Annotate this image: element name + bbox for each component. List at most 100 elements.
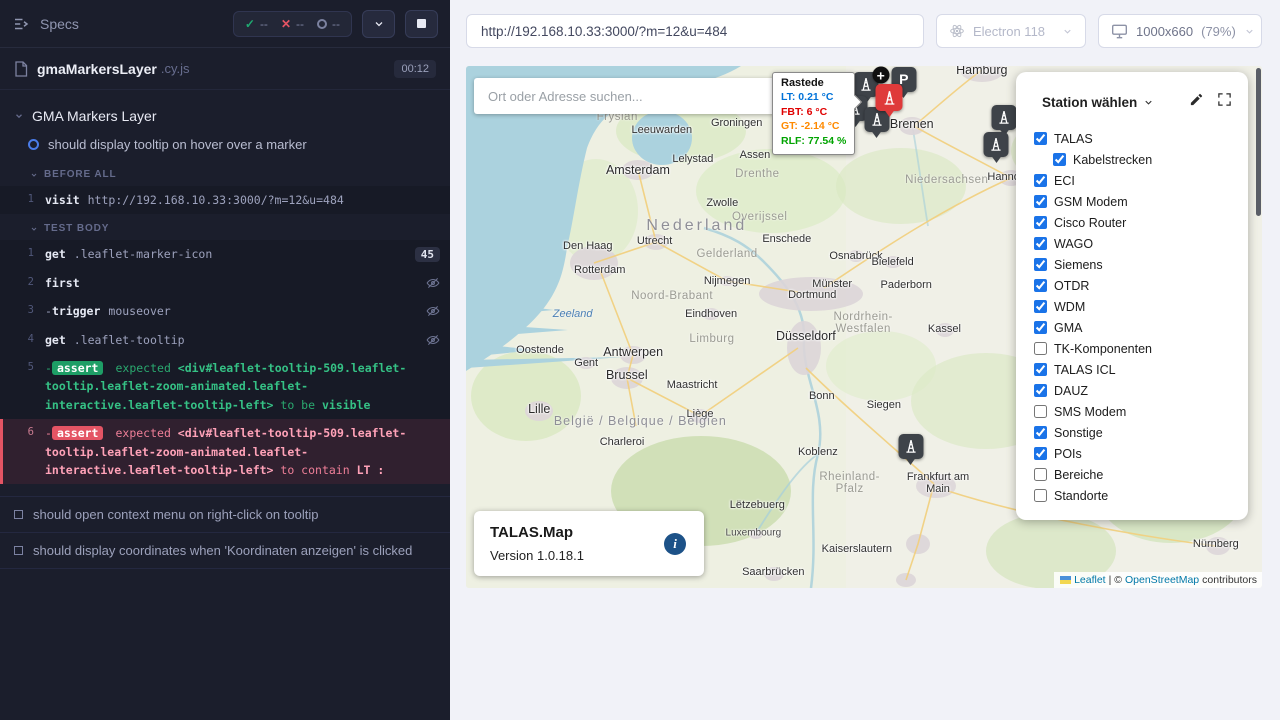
station-marker-icon[interactable] <box>898 434 923 470</box>
station-checkbox[interactable] <box>1034 426 1047 439</box>
active-test-row[interactable]: should display tooltip on hover over a m… <box>0 132 450 160</box>
browser-selector[interactable]: Electron 118 <box>936 14 1086 48</box>
edit-pencil-icon[interactable] <box>1189 92 1204 112</box>
command-list: 1 get.leaflet-marker-icon 45 2 first 3 -… <box>0 240 450 484</box>
scrollbar-thumb[interactable] <box>1256 68 1261 216</box>
station-checkbox[interactable] <box>1034 489 1047 502</box>
station-filter-item: TALAS <box>1034 128 1238 149</box>
station-checkbox[interactable] <box>1034 300 1047 313</box>
station-marker-icon[interactable] <box>984 132 1009 168</box>
station-checkbox[interactable] <box>1034 258 1047 271</box>
station-checkbox[interactable] <box>1034 321 1047 334</box>
running-spinner-icon <box>28 139 39 150</box>
station-checkbox[interactable] <box>1053 153 1066 166</box>
station-filter-item: GSM Modem <box>1034 191 1238 212</box>
leaflet-link[interactable]: Leaflet <box>1074 574 1106 586</box>
section-header[interactable]: TEST BODY <box>0 214 450 240</box>
station-label: Kabelstrecken <box>1073 153 1152 167</box>
command-list: 1 visithttp://192.168.10.33:3000/?m=12&u… <box>0 186 450 214</box>
tooltip-row-value: 0.21 °C <box>795 91 833 103</box>
map[interactable]: WaddenzeeLeeuwardenGroningenFryslânAssen… <box>466 66 1262 588</box>
spec-name: gmaMarkersLayer <box>37 61 157 77</box>
stop-icon <box>417 19 426 28</box>
viewport-size: 1000x660 <box>1136 24 1193 39</box>
suite-header[interactable]: GMA Markers Layer <box>0 100 450 132</box>
command-number: 4 <box>3 331 45 349</box>
sections: BEFORE ALL 1 visithttp://192.168.10.33:3… <box>0 160 450 484</box>
panel-icons <box>1189 92 1232 112</box>
spec-file-row[interactable]: gmaMarkersLayer .cy.js 00:12 <box>0 48 450 90</box>
station-filter-item: TALAS ICL <box>1034 359 1238 380</box>
command-row[interactable]: 6 -assertexpected <div#leaflet-tooltip-5… <box>0 419 450 484</box>
pending-test-row[interactable]: should display coordinates when 'Koordin… <box>0 532 450 569</box>
aut-header: Electron 118 1000x660 (79%) <box>450 0 1280 48</box>
section-header[interactable]: BEFORE ALL <box>0 160 450 186</box>
tooltip-row: FBT: 6 °C <box>781 105 846 120</box>
station-filter-item: Kabelstrecken <box>1034 149 1238 170</box>
command-number: 2 <box>3 274 45 292</box>
specs-title[interactable]: Specs <box>40 16 79 32</box>
tooltip-row: RLF: 77.54 % <box>781 134 846 149</box>
pending-tests: should open context menu on right-click … <box>0 496 450 569</box>
stop-button[interactable] <box>405 10 438 38</box>
station-checkbox[interactable] <box>1034 363 1047 376</box>
assert-text: expected <box>115 426 177 440</box>
tooltip-row-label: FBT: <box>781 106 804 118</box>
station-filter-item: WAGO <box>1034 233 1238 254</box>
command-row[interactable]: 3 -triggermouseover <box>0 297 450 325</box>
command-number: 1 <box>3 191 45 209</box>
station-label: TALAS ICL <box>1054 363 1116 377</box>
station-label: Sonstige <box>1054 426 1103 440</box>
station-checkbox[interactable] <box>1034 342 1047 355</box>
station-label: Standorte <box>1054 489 1108 503</box>
station-checkbox[interactable] <box>1034 216 1047 229</box>
attribution-suffix: contributors <box>1202 574 1257 586</box>
station-checkbox[interactable] <box>1034 447 1047 460</box>
command-row[interactable]: 5 -assertexpected <div#leaflet-tooltip-5… <box>0 354 450 419</box>
station-checkbox[interactable] <box>1034 384 1047 397</box>
eye-slash-icon <box>426 276 440 290</box>
info-icon[interactable]: i <box>664 533 686 555</box>
command-number: 1 <box>3 245 45 263</box>
tooltip-row-label: GT: <box>781 120 798 132</box>
collapse-button[interactable] <box>362 10 395 38</box>
command-row[interactable]: 1 visithttp://192.168.10.33:3000/?m=12&u… <box>0 186 450 214</box>
cluster-plus-icon[interactable]: + <box>872 67 889 84</box>
command-args: .leaflet-tooltip <box>74 333 185 347</box>
station-checkbox[interactable] <box>1034 468 1047 481</box>
app-window: Specs ✓-- ✕-- -- gmaMarkersLayer .cy.js … <box>0 0 1280 720</box>
command-prefix: - <box>45 361 52 375</box>
station-checkbox[interactable] <box>1034 405 1047 418</box>
assert-text: to contain <box>273 463 356 477</box>
specs-list-icon[interactable] <box>12 15 30 33</box>
spec-file-icon <box>14 61 28 77</box>
pending-test-row[interactable]: should open context menu on right-click … <box>0 496 450 532</box>
spec-extension: .cy.js <box>161 61 190 76</box>
station-checkbox[interactable] <box>1034 279 1047 292</box>
tooltip-row-value: -2.14 °C <box>798 120 840 132</box>
command-row[interactable]: 2 first <box>0 269 450 297</box>
chevron-down-icon <box>14 111 24 121</box>
command-row[interactable]: 4 get.leaflet-tooltip <box>0 326 450 354</box>
marker-tooltip[interactable]: Rastede LT: 0.21 °C FBT: 6 °C GT: -2.14 … <box>772 72 855 155</box>
panel-title[interactable]: Station wählen <box>1042 95 1137 110</box>
tooltip-row-value: 77.54 % <box>805 135 846 147</box>
station-checkbox[interactable] <box>1034 237 1047 250</box>
command-name: assert <box>52 361 104 375</box>
station-checkbox[interactable] <box>1034 174 1047 187</box>
pending-icon <box>317 19 327 29</box>
viewport-selector[interactable]: 1000x660 (79%) <box>1098 14 1262 48</box>
fullscreen-icon[interactable] <box>1217 92 1232 112</box>
search-input[interactable] <box>486 88 764 105</box>
chevron-down-icon[interactable] <box>1143 97 1154 108</box>
station-checkbox[interactable] <box>1034 132 1047 145</box>
station-checkbox[interactable] <box>1034 195 1047 208</box>
station-label: OTDR <box>1054 279 1089 293</box>
active-station-marker-icon[interactable] <box>876 84 903 122</box>
station-filter-item: Cisco Router <box>1034 212 1238 233</box>
command-row[interactable]: 1 get.leaflet-marker-icon 45 <box>0 240 450 268</box>
command-name: trigger <box>52 304 100 318</box>
osm-link[interactable]: OpenStreetMap <box>1125 574 1199 586</box>
url-input[interactable] <box>479 23 911 40</box>
station-label: GMA <box>1054 321 1082 335</box>
